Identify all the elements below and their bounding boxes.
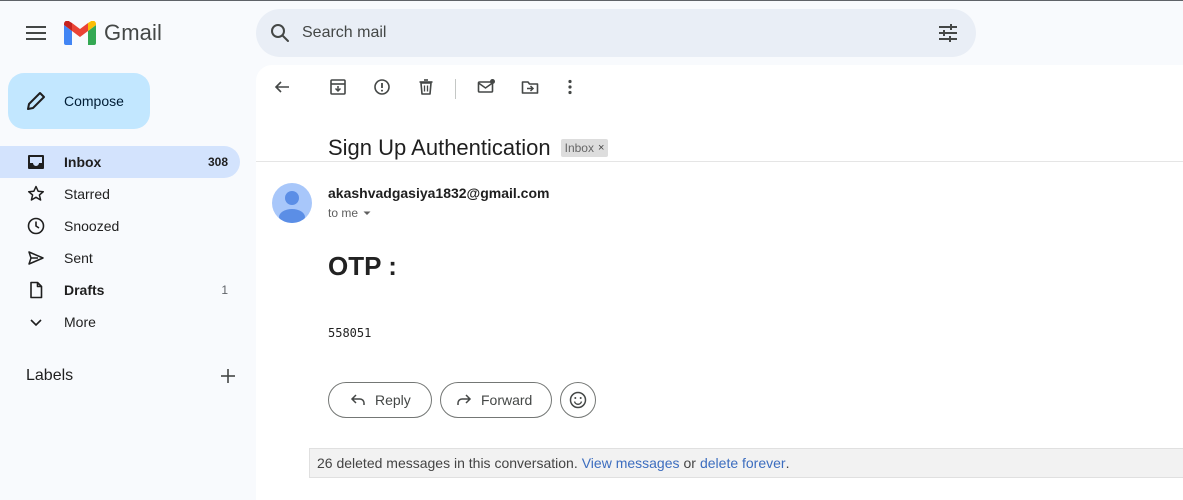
badge-label: Inbox xyxy=(564,141,594,155)
back-arrow-icon[interactable] xyxy=(272,77,292,97)
subject-row: Sign Up Authentication Inbox × xyxy=(328,135,609,161)
pencil-icon xyxy=(27,92,45,110)
compose-button[interactable]: Compose xyxy=(8,73,150,129)
remove-label-button[interactable]: × xyxy=(598,142,604,154)
email-subject: Sign Up Authentication xyxy=(328,135,551,160)
chevron-down-icon xyxy=(30,319,42,327)
more-options-icon[interactable] xyxy=(560,77,580,97)
gmail-m-icon xyxy=(64,21,96,45)
mark-unread-icon[interactable] xyxy=(476,77,496,97)
sidebar-item-drafts[interactable]: Drafts 1 xyxy=(0,274,240,306)
app-name: Gmail xyxy=(104,20,162,45)
notice-period: . xyxy=(785,455,790,471)
deleted-messages-notice: 26 deleted messages in this conversation… xyxy=(309,448,1183,478)
sidebar-item-more[interactable]: More xyxy=(0,306,240,338)
search-options-icon[interactable] xyxy=(936,21,960,45)
sidebar-item-sent[interactable]: Sent xyxy=(0,242,240,274)
message-toolbar xyxy=(256,65,1183,113)
inbox-icon xyxy=(28,155,44,169)
archive-icon[interactable] xyxy=(328,77,348,97)
sidebar-item-snoozed[interactable]: Snoozed xyxy=(0,210,240,242)
forward-button[interactable]: Forward xyxy=(440,382,552,418)
compose-label: Compose xyxy=(64,93,124,109)
sender-email[interactable]: akashvadgasiya1832@gmail.com xyxy=(328,185,549,201)
email-body-heading: OTP : xyxy=(328,251,397,281)
reply-icon xyxy=(350,394,365,405)
plus-icon[interactable] xyxy=(218,366,238,386)
gmail-logo[interactable]: Gmail xyxy=(64,20,162,46)
sidebar-item-starred[interactable]: Starred xyxy=(0,178,240,210)
toolbar-divider xyxy=(455,79,456,99)
emoji-reaction-button[interactable] xyxy=(560,382,596,418)
drafts-count: 1 xyxy=(221,283,228,297)
search-icon[interactable] xyxy=(268,21,292,45)
reply-button[interactable]: Reply xyxy=(328,382,432,418)
sidebar-item-inbox[interactable]: Inbox 308 xyxy=(0,146,240,178)
clock-icon xyxy=(27,217,45,235)
avatar[interactable] xyxy=(272,183,312,223)
star-icon xyxy=(27,185,45,201)
search-input[interactable] xyxy=(302,13,902,53)
caret-down-icon xyxy=(363,211,371,215)
emoji-icon xyxy=(569,391,587,409)
labels-heading: Labels xyxy=(26,367,74,384)
delete-forever-link[interactable]: delete forever xyxy=(700,455,786,471)
view-messages-link[interactable]: View messages xyxy=(582,455,680,471)
header-divider xyxy=(256,161,1183,162)
main-menu-button[interactable] xyxy=(14,11,58,55)
notice-or-text: or xyxy=(683,455,696,471)
delete-icon[interactable] xyxy=(416,77,436,97)
message-pane: Sign Up Authentication Inbox × akashvadg… xyxy=(256,65,1183,500)
recipient-details[interactable]: to me xyxy=(328,206,372,220)
person-icon xyxy=(279,191,305,223)
otp-code: 558051 xyxy=(328,326,372,340)
report-spam-icon[interactable] xyxy=(372,77,392,97)
hamburger-icon xyxy=(26,26,46,40)
recipient-label: to me xyxy=(328,206,359,220)
labels-section: Labels xyxy=(26,366,238,386)
deleted-notice-text: 26 deleted messages in this conversation… xyxy=(317,455,578,471)
inbox-label-badge[interactable]: Inbox × xyxy=(560,139,609,157)
send-icon xyxy=(28,251,44,265)
inbox-count: 308 xyxy=(207,155,228,169)
move-to-icon[interactable] xyxy=(520,77,540,97)
forward-icon xyxy=(457,394,472,405)
sidebar-nav: Inbox 308 Starred Snoozed Sent Drafts 1 … xyxy=(0,146,256,338)
search-bar[interactable] xyxy=(256,9,976,57)
draft-icon xyxy=(30,281,43,299)
